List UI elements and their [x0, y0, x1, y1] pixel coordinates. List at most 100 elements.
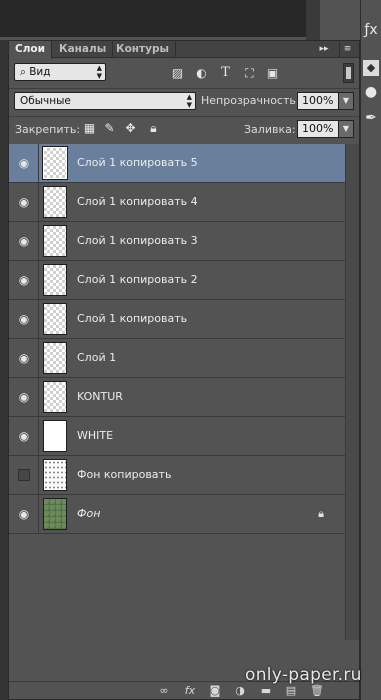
- new-layer-icon[interactable]: ▤: [284, 684, 298, 698]
- layer-row[interactable]: ◉ WHITE: [9, 417, 345, 456]
- layer-thumbnail: [42, 146, 68, 180]
- fill-dropdown-button[interactable]: ▼: [338, 120, 354, 138]
- lock-row: Закрепить: Заливка: 100% ▼: [9, 116, 359, 144]
- dock-strip: [320, 0, 360, 40]
- search-icon: ⌕: [20, 66, 30, 78]
- layer-name: Слой 1 копировать 2: [77, 273, 198, 286]
- layers-scrollbar[interactable]: [345, 144, 359, 640]
- eye-icon[interactable]: ◉: [17, 235, 31, 247]
- layer-row[interactable]: ◉ Слой 1 копировать 2: [9, 261, 345, 300]
- layer-row[interactable]: ◉ Слой 1 копировать 4: [9, 183, 345, 222]
- kind-filter-select[interactable]: ⌕ Вид ▲ ▼: [14, 63, 106, 81]
- visibility-cell[interactable]: ◉: [9, 183, 39, 221]
- image-filter-icon[interactable]: ▨: [171, 67, 184, 80]
- layers-list: ◉ Слой 1 копировать 5 ◉ Слой 1 копироват…: [9, 144, 345, 640]
- add-mask-icon[interactable]: ◙: [208, 684, 222, 698]
- select-arrows-icon: ▲ ▼: [96, 64, 102, 80]
- eye-icon[interactable]: ◉: [17, 157, 31, 169]
- adjustment-filter-icon[interactable]: ◐: [195, 67, 208, 80]
- lock-transparent-pixels-icon[interactable]: ▦: [83, 122, 96, 135]
- layer-row[interactable]: ◉ Слой 1: [9, 339, 345, 378]
- layers-dock-icon[interactable]: ◆: [363, 60, 379, 76]
- layer-row[interactable]: Фон копировать: [9, 456, 345, 495]
- layer-name: Слой 1: [77, 351, 117, 364]
- layer-thumbnail: [43, 342, 67, 374]
- visibility-cell[interactable]: ◉: [9, 339, 39, 377]
- filter-row: ⌕ Вид ▲ ▼: [9, 58, 359, 88]
- blend-mode-select[interactable]: Обычные ▲ ▼: [14, 92, 196, 110]
- tab-channels[interactable]: Каналы: [53, 41, 114, 58]
- panel-tabbar: Слои Каналы Контуры ▸▸ ≡: [9, 41, 359, 59]
- tab-layers[interactable]: Слои: [9, 41, 52, 59]
- opacity-dropdown-button[interactable]: ▼: [338, 92, 354, 110]
- smart-object-filter-icon[interactable]: ▣: [266, 67, 279, 80]
- layer-name: Слой 1 копировать: [77, 312, 188, 325]
- paths-dock-icon[interactable]: ✒: [363, 110, 379, 126]
- tab-paths[interactable]: Контуры: [110, 41, 176, 58]
- lock-image-pixels-icon[interactable]: ✎: [103, 122, 116, 135]
- lock-all-icon[interactable]: 🔒︎: [147, 122, 160, 135]
- shape-filter-icon[interactable]: ⛶: [243, 67, 256, 80]
- fill-label: Заливка:: [244, 123, 296, 136]
- hidden-visibility-box[interactable]: [18, 469, 30, 481]
- visibility-cell[interactable]: ◉: [9, 261, 39, 299]
- layer-row[interactable]: ◉ Слой 1 копировать 3: [9, 222, 345, 261]
- visibility-cell[interactable]: ◉: [9, 495, 39, 533]
- type-filter-icon[interactable]: T: [219, 66, 232, 79]
- layer-thumbnail: [43, 420, 67, 452]
- layers-panel: Слои Каналы Контуры ▸▸ ≡ ⌕ Вид ▲ ▼ ▨ ◐ T …: [8, 40, 360, 700]
- adjustment-layer-icon[interactable]: ◑: [233, 684, 247, 698]
- layer-name: Фон: [77, 507, 101, 520]
- tools-dock: [360, 0, 381, 700]
- link-layers-icon[interactable]: ∞: [157, 684, 171, 698]
- layer-name: Фон копировать: [77, 468, 172, 481]
- layer-thumbnail: [43, 225, 67, 257]
- layer-row[interactable]: ◉ Фон 🔒︎: [9, 495, 345, 534]
- fx-dock-icon[interactable]: ƒx: [363, 22, 379, 38]
- eye-icon[interactable]: ◉: [17, 313, 31, 325]
- fill-input[interactable]: 100%: [297, 120, 339, 138]
- layer-name: KONTUR: [77, 390, 123, 403]
- layer-thumbnail: [43, 303, 67, 335]
- channels-dock-icon[interactable]: ●: [363, 84, 379, 100]
- layer-row[interactable]: ◉ Слой 1 копировать 5: [9, 144, 345, 183]
- blend-row: Обычные ▲ ▼ Непрозрачность: 100% ▼: [9, 88, 359, 116]
- layer-name: WHITE: [77, 429, 114, 442]
- visibility-cell[interactable]: [9, 456, 39, 494]
- layer-row[interactable]: ◉ KONTUR: [9, 378, 345, 417]
- visibility-cell[interactable]: ◉: [9, 222, 39, 260]
- fx-icon[interactable]: fx: [183, 684, 197, 698]
- new-group-icon[interactable]: ▬: [259, 684, 273, 698]
- eye-icon[interactable]: ◉: [17, 196, 31, 208]
- dock-gap: [306, 0, 320, 40]
- visibility-cell[interactable]: ◉: [9, 378, 39, 416]
- layer-thumbnail: [43, 186, 67, 218]
- lock-icon: 🔒︎: [318, 507, 324, 520]
- lock-position-icon[interactable]: ✥: [124, 122, 137, 135]
- layer-name: Слой 1 копировать 5: [77, 156, 198, 169]
- opacity-input[interactable]: 100%: [297, 92, 339, 110]
- eye-icon[interactable]: ◉: [17, 274, 31, 286]
- layer-row[interactable]: ◉ Слой 1 копировать: [9, 300, 345, 339]
- watermark: only-paper.ru: [245, 665, 362, 685]
- eye-icon[interactable]: ◉: [17, 508, 31, 520]
- blend-mode-value: Обычные: [20, 95, 71, 107]
- filter-toggle[interactable]: [343, 63, 354, 83]
- layer-name: Слой 1 копировать 4: [77, 195, 198, 208]
- eye-icon[interactable]: ◉: [17, 391, 31, 403]
- visibility-cell[interactable]: ◉: [9, 144, 39, 182]
- visibility-cell[interactable]: ◉: [9, 417, 39, 455]
- panel-menu-button[interactable]: ≡: [339, 42, 355, 57]
- layer-thumbnail: [43, 459, 67, 491]
- kind-filter-value: Вид: [29, 66, 51, 78]
- select-arrows-icon: ▲ ▼: [186, 93, 192, 109]
- collapse-panel-button[interactable]: ▸▸: [317, 42, 331, 57]
- eye-icon[interactable]: ◉: [17, 352, 31, 364]
- visibility-cell[interactable]: ◉: [9, 300, 39, 338]
- eye-icon[interactable]: ◉: [17, 430, 31, 442]
- lock-label: Закрепить:: [15, 123, 81, 136]
- canvas-area: [0, 0, 306, 37]
- opacity-label: Непрозрачность:: [201, 94, 300, 107]
- layer-thumbnail: [43, 381, 67, 413]
- delete-layer-icon[interactable]: 🗑︎: [310, 684, 324, 698]
